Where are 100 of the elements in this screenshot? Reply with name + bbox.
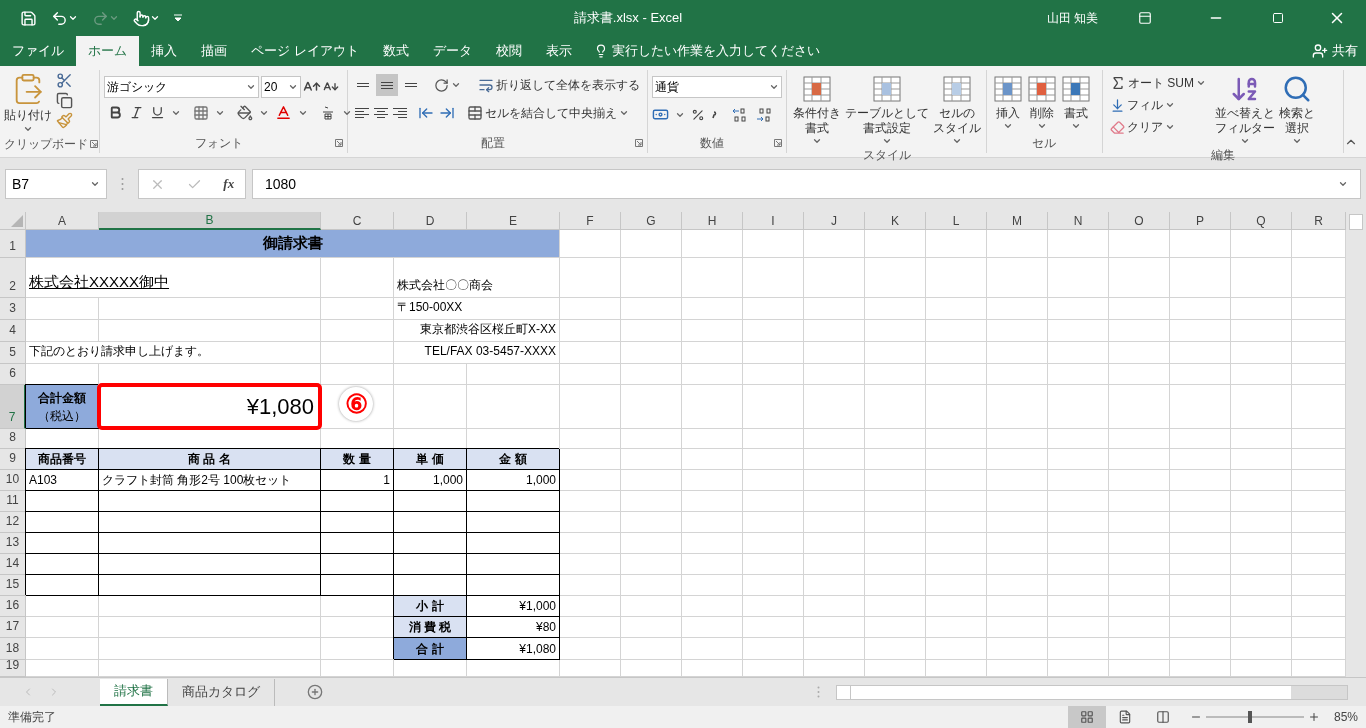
editing-large-button[interactable]: 検索と 選択 (1276, 70, 1317, 146)
paste-button[interactable]: 貼り付け (4, 70, 52, 134)
summary-value: ¥1,080 (467, 638, 560, 660)
insert-cells-icon (993, 74, 1023, 104)
row-header[interactable]: 1 (0, 230, 26, 258)
tell-me-field[interactable]: 実行したい作業を入力してください (583, 36, 830, 66)
launcher-icon[interactable] (90, 139, 98, 148)
orientation-icon[interactable] (434, 77, 449, 93)
menu-tab[interactable]: 表示 (533, 36, 584, 66)
save-icon[interactable] (20, 9, 37, 27)
sheet-tab[interactable]: 商品カタログ (168, 678, 275, 706)
row-header[interactable]: 19 (0, 660, 26, 677)
cells-button[interactable]: 挿入 (991, 70, 1025, 133)
editing-button[interactable]: オート SUM (1106, 72, 1209, 94)
comma-style-icon[interactable] (711, 109, 717, 120)
touch-mode-icon[interactable] (133, 9, 150, 27)
row-header[interactable]: 4 (0, 320, 26, 342)
menu-tab[interactable]: 数式 (370, 36, 421, 66)
format-cells-icon (1061, 74, 1091, 104)
cells-button[interactable]: 書式 (1059, 70, 1093, 133)
column-header[interactable]: B (99, 212, 321, 230)
editing-large-button[interactable]: 並べ替えと フィルター (1212, 70, 1277, 146)
group-label: スタイル (862, 147, 911, 164)
launcher-icon[interactable] (774, 139, 782, 147)
menu-tab[interactable]: ファイル (0, 36, 76, 66)
table-format-icon (872, 74, 902, 104)
italic-icon[interactable] (129, 105, 144, 120)
percent-icon[interactable] (691, 107, 705, 122)
column-heading: 金 額 (467, 449, 560, 470)
menu-tab[interactable]: 描画 (189, 36, 239, 66)
style-button[interactable]: 条件付き 書式 (791, 70, 843, 146)
zoom-in-icon[interactable] (1307, 711, 1320, 723)
caret-icon (109, 13, 119, 23)
vertical-align-button[interactable] (376, 74, 398, 96)
customize-icon[interactable] (174, 14, 182, 22)
view-icon (1117, 710, 1132, 724)
style-button[interactable]: セルの スタイル (931, 70, 983, 146)
row-header[interactable]: 8 (0, 429, 26, 449)
row-header[interactable]: 16 (0, 596, 26, 617)
row-header[interactable]: 10 (0, 470, 26, 491)
cells-button[interactable]: 削除 (1025, 70, 1059, 133)
caret-icon (1338, 179, 1348, 189)
menu-tab[interactable]: 校閲 (483, 36, 534, 66)
sheet-tab[interactable]: 請求書 (100, 678, 168, 706)
border-icon[interactable] (193, 104, 209, 121)
name-box[interactable]: B7 (5, 169, 107, 199)
caret-icon (451, 80, 461, 90)
row-header[interactable]: 3 (0, 298, 26, 320)
editing-button[interactable]: フィル (1106, 94, 1209, 116)
number-format-field[interactable]: 通貨 (652, 76, 782, 98)
share-button[interactable]: 共有 (1304, 36, 1366, 66)
row-header[interactable]: 2 (0, 258, 26, 298)
cut-icon[interactable] (56, 72, 73, 89)
menu-tab[interactable]: ホーム (76, 36, 139, 66)
view-button[interactable] (1067, 706, 1106, 728)
formula-field[interactable]: 1080 (252, 169, 1361, 199)
row-header[interactable]: 18 (0, 638, 26, 660)
style-button[interactable]: テーブルとして 書式設定 (843, 70, 931, 146)
wrap-text-icon (478, 77, 494, 93)
copy-icon[interactable] (56, 92, 73, 109)
phonetic-icon[interactable] (320, 104, 336, 121)
row-header[interactable]: 5 (0, 342, 26, 364)
wrap-text-button[interactable]: 折り返して全体を表示する (463, 74, 643, 96)
horizontal-scrollbar[interactable] (836, 684, 1348, 700)
row-header[interactable]: 13 (0, 533, 26, 554)
font-size-field[interactable]: 20 (261, 76, 301, 98)
font-name-field[interactable]: 游ゴシック (104, 76, 259, 98)
increase-decimal-icon[interactable] (731, 106, 749, 123)
row-header[interactable]: 11 (0, 491, 26, 512)
row-header[interactable]: 14 (0, 554, 26, 575)
decrease-indent-icon[interactable] (418, 105, 434, 121)
row-header[interactable]: 6 (0, 364, 26, 385)
menu-tab[interactable]: データ (420, 36, 484, 66)
menu-tab[interactable]: 挿入 (139, 36, 189, 66)
row-header[interactable]: 12 (0, 512, 26, 533)
fill-color-icon[interactable] (237, 104, 253, 121)
add-sheet-icon[interactable] (307, 684, 323, 700)
row-header[interactable]: 7 (0, 385, 26, 429)
underline-icon[interactable] (150, 105, 165, 120)
undo-icon[interactable] (51, 9, 68, 27)
row-header[interactable]: 17 (0, 617, 26, 638)
insert-function-button[interactable]: fx (223, 174, 235, 194)
editing-button[interactable]: クリア (1106, 116, 1209, 138)
caret-icon (1164, 100, 1175, 110)
row-header[interactable]: 15 (0, 575, 26, 596)
caret-icon (1003, 121, 1013, 131)
font-color-icon[interactable] (275, 104, 292, 121)
decrease-decimal-icon[interactable] (755, 106, 773, 123)
row-header[interactable]: 9 (0, 449, 26, 470)
increase-indent-icon[interactable] (439, 105, 455, 121)
ribbon-options-icon[interactable] (1138, 11, 1152, 25)
launcher-icon[interactable] (635, 139, 643, 147)
launcher-icon[interactable] (335, 139, 343, 147)
zoom-slider-thumb[interactable] (1248, 711, 1253, 723)
menu-tab[interactable]: ページ レイアウト (239, 36, 371, 66)
caret-icon (246, 82, 256, 92)
bold-icon[interactable] (108, 105, 123, 120)
restore-icon[interactable] (1272, 12, 1284, 24)
caret-icon (288, 82, 298, 92)
merge-center-button[interactable]: セルを結合して中央揃え (460, 102, 632, 124)
